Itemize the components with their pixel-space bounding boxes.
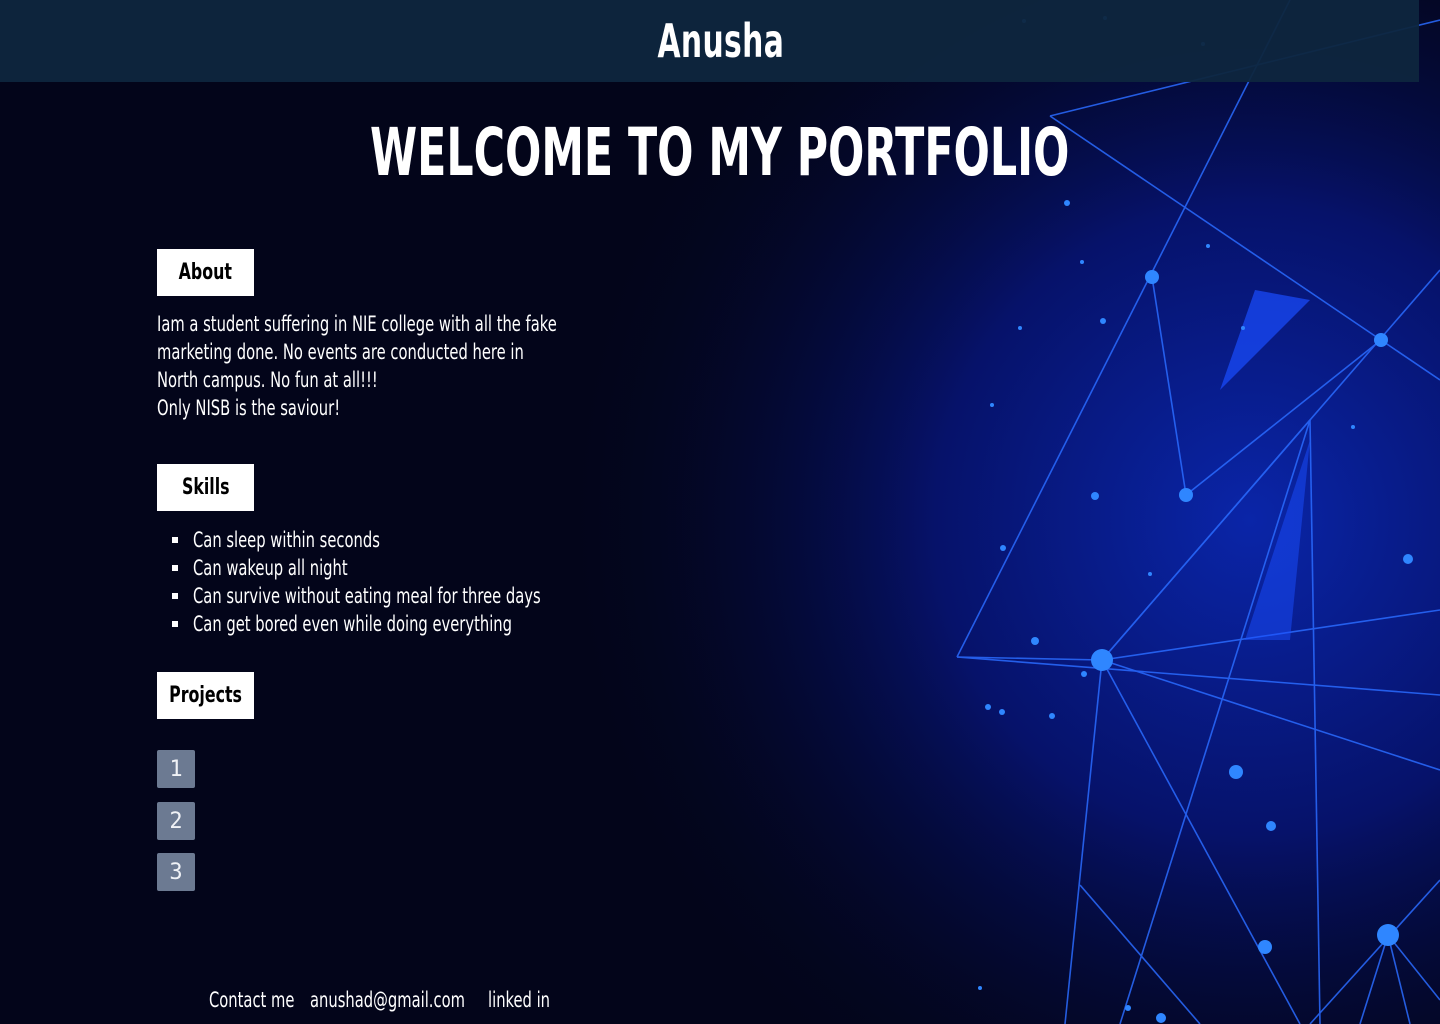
skills-list: Can sleep within seconds Can wakeup all … bbox=[157, 526, 639, 638]
skill-item: Can sleep within seconds bbox=[157, 526, 639, 554]
projects-button[interactable]: Projects bbox=[157, 672, 254, 719]
about-line: marketing done. No events are conducted … bbox=[157, 340, 524, 364]
contact-me-text: Contact me bbox=[209, 988, 295, 1012]
project-1-button[interactable]: 1 bbox=[157, 750, 195, 788]
skill-item-text: Can sleep within seconds bbox=[193, 528, 380, 552]
skills-button[interactable]: Skills bbox=[157, 464, 254, 511]
email-link[interactable]: anushad@gmail.com bbox=[310, 986, 509, 1014]
linkedin-text: linked in bbox=[488, 988, 551, 1012]
about-line: North campus. No fun at all!!! bbox=[157, 368, 378, 392]
projects-button-label: Projects bbox=[169, 683, 242, 708]
skill-item: Can survive without eating meal for thre… bbox=[157, 582, 639, 610]
contact-me-label: Contact me bbox=[209, 986, 319, 1014]
skill-item-text: Can get bored even while doing everythin… bbox=[193, 612, 512, 636]
skills-button-label: Skills bbox=[181, 475, 230, 500]
skill-item: Can get bored even while doing everythin… bbox=[157, 610, 639, 638]
about-text: Iam a student suffering in NIE college w… bbox=[157, 310, 577, 422]
about-line: Iam a student suffering in NIE college w… bbox=[157, 312, 557, 336]
project-2-button[interactable]: 2 bbox=[157, 802, 195, 840]
site-title: Anusha bbox=[656, 14, 784, 68]
linkedin-link[interactable]: linked in bbox=[488, 986, 568, 1014]
about-line: Only NISB is the saviour! bbox=[157, 396, 341, 420]
hero-title: WELCOME TO MY PORTFOLIO bbox=[0, 114, 1440, 191]
about-button[interactable]: About bbox=[157, 249, 254, 296]
site-header: Anusha bbox=[0, 0, 1419, 82]
skill-item: Can wakeup all night bbox=[157, 554, 639, 582]
skill-item-text: Can survive without eating meal for thre… bbox=[193, 584, 541, 608]
about-button-label: About bbox=[178, 260, 233, 285]
email-text: anushad@gmail.com bbox=[310, 988, 465, 1012]
project-3-button[interactable]: 3 bbox=[157, 853, 195, 891]
skill-item-text: Can wakeup all night bbox=[193, 556, 348, 580]
hero-title-text: WELCOME TO MY PORTFOLIO bbox=[370, 114, 1070, 191]
